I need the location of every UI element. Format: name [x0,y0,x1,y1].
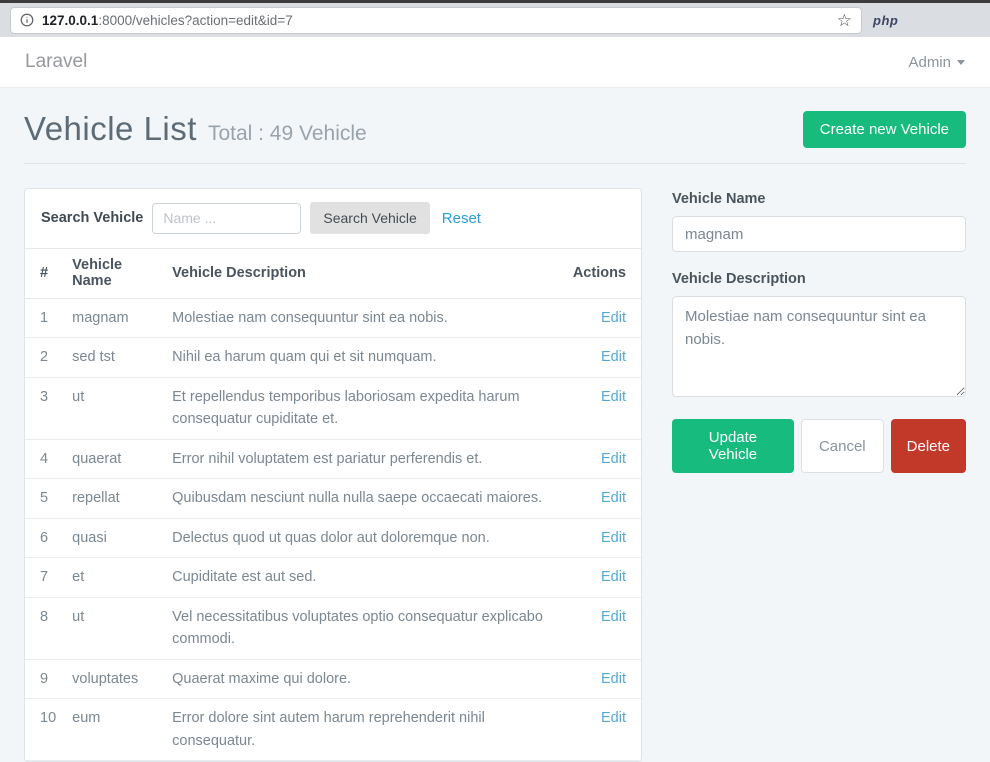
row-description: Cupiditate est aut sed. [164,558,565,597]
vehicle-name-input[interactable] [672,216,966,252]
title-wrap: Vehicle List Total : 49 Vehicle [24,110,367,148]
vehicle-name-label: Vehicle Name [672,191,966,207]
edit-link[interactable]: Edit [601,671,626,687]
edit-link[interactable]: Edit [601,569,626,585]
table-row: 1 magnam Molestiae nam consequuntur sint… [25,299,641,338]
edit-link[interactable]: Edit [601,451,626,467]
header-actions: Actions [565,249,641,299]
row-name: quasi [64,518,164,557]
vehicle-table: # Vehicle Name Vehicle Description Actio… [25,248,641,761]
search-form: Search Vehicle Search Vehicle Reset [25,189,641,248]
caret-down-icon [957,60,965,65]
row-number: 3 [25,377,64,439]
info-icon[interactable] [20,13,34,27]
page-container: Vehicle List Total : 49 Vehicle Create n… [0,88,990,762]
row-name: sed tst [64,338,164,377]
admin-dropdown-label: Admin [908,54,951,71]
row-number: 2 [25,338,64,377]
edit-link[interactable]: Edit [601,490,626,506]
row-number: 5 [25,479,64,518]
row-number: 4 [25,439,64,478]
table-row: 3 ut Et repellendus temporibus laboriosa… [25,377,641,439]
row-name: quaerat [64,439,164,478]
row-description: Molestiae nam consequuntur sint ea nobis… [164,299,565,338]
search-input[interactable] [152,203,301,234]
total-count-label: Total : 49 Vehicle [208,122,367,146]
table-row: 6 quasi Delectus quod ut quas dolor aut … [25,518,641,557]
table-row: 8 ut Vel necessitatibus voluptates optio… [25,597,641,659]
row-number: 8 [25,597,64,659]
row-description: Nihil ea harum quam qui et sit numquam. [164,338,565,377]
header-vehicle-name: Vehicle Name [64,249,164,299]
table-row: 7 et Cupiditate est aut sed. Edit [25,558,641,597]
edit-link[interactable]: Edit [601,310,626,326]
table-row: 4 quaerat Error nihil voluptatem est par… [25,439,641,478]
page-header: Vehicle List Total : 49 Vehicle Create n… [24,88,966,148]
table-row: 9 voluptates Quaerat maxime qui dolore. … [25,659,641,698]
url-path: :8000/vehicles?action=edit&id=7 [98,13,292,28]
vehicle-description-label: Vehicle Description [672,271,966,287]
vehicle-list-card: Search Vehicle Search Vehicle Reset # Ve… [24,188,642,762]
row-description: Quaerat maxime qui dolore. [164,659,565,698]
vehicle-table-body: 1 magnam Molestiae nam consequuntur sint… [25,299,641,761]
header-number: # [25,249,64,299]
header-divider [24,163,966,164]
cancel-button[interactable]: Cancel [801,419,884,473]
row-name: magnam [64,299,164,338]
main-content: Search Vehicle Search Vehicle Reset # Ve… [24,188,966,762]
row-number: 6 [25,518,64,557]
address-bar[interactable]: 127.0.0.1:8000/vehicles?action=edit&id=7… [10,7,862,34]
row-description: Error nihil voluptatem est pariatur perf… [164,439,565,478]
brand-link[interactable]: Laravel [25,51,87,73]
edit-link[interactable]: Edit [601,710,626,726]
row-name: voluptates [64,659,164,698]
edit-vehicle-form: Vehicle Name Vehicle Description Molesti… [672,188,966,473]
edit-link[interactable]: Edit [601,349,626,365]
reset-link[interactable]: Reset [442,210,481,227]
edit-link[interactable]: Edit [601,609,626,625]
vehicle-description-textarea[interactable]: Molestiae nam consequuntur sint ea nobis… [672,296,966,397]
url-host: 127.0.0.1 [42,13,98,28]
row-description: Quibusdam nesciunt nulla nulla saepe occ… [164,479,565,518]
edit-link[interactable]: Edit [601,389,626,405]
row-name: ut [64,377,164,439]
table-row: 10 eum Error dolore sint autem harum rep… [25,699,641,761]
table-header-row: # Vehicle Name Vehicle Description Actio… [25,249,641,299]
browser-toolbar: 127.0.0.1:8000/vehicles?action=edit&id=7… [0,0,990,37]
admin-dropdown[interactable]: Admin [908,54,965,71]
header-vehicle-description: Vehicle Description [164,249,565,299]
create-vehicle-button[interactable]: Create new Vehicle [803,111,966,148]
row-number: 7 [25,558,64,597]
search-button[interactable]: Search Vehicle [310,202,429,234]
search-label: Search Vehicle [41,210,143,226]
row-number: 10 [25,699,64,761]
update-vehicle-button[interactable]: Update Vehicle [672,419,794,473]
row-description: Vel necessitatibus voluptates optio cons… [164,597,565,659]
delete-button[interactable]: Delete [891,419,966,473]
row-name: ut [64,597,164,659]
table-row: 5 repellat Quibusdam nesciunt nulla null… [25,479,641,518]
table-row: 2 sed tst Nihil ea harum quam qui et sit… [25,338,641,377]
page-title: Vehicle List [24,110,197,148]
row-number: 1 [25,299,64,338]
navbar: Laravel Admin [0,37,990,88]
row-description: Delectus quod ut quas dolor aut doloremq… [164,518,565,557]
row-name: repellat [64,479,164,518]
row-number: 9 [25,659,64,698]
url-text[interactable]: 127.0.0.1:8000/vehicles?action=edit&id=7 [42,13,829,28]
row-name: et [64,558,164,597]
php-extension-icon[interactable]: php [871,13,898,28]
row-name: eum [64,699,164,761]
edit-link[interactable]: Edit [601,530,626,546]
row-description: Error dolore sint autem harum reprehende… [164,699,565,761]
bookmark-star-icon[interactable]: ☆ [837,12,852,29]
row-description: Et repellendus temporibus laboriosam exp… [164,377,565,439]
form-buttons: Update Vehicle Cancel Delete [672,419,966,473]
